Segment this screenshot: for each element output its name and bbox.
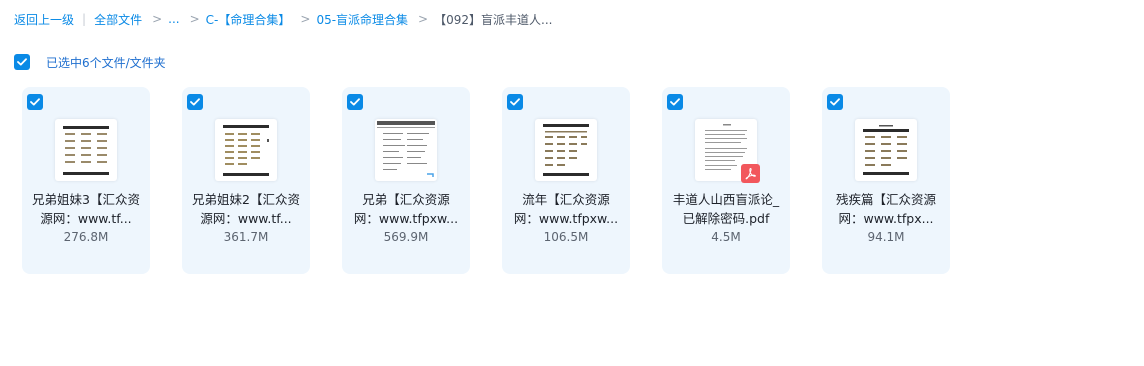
breadcrumb-current: 【092】盲派丰道人... <box>434 12 553 27</box>
breadcrumb-divider: | <box>82 12 87 26</box>
file-name[interactable]: 兄弟姐妹2【汇众资 源网：www.tf... <box>188 190 304 228</box>
pdf-thumbnail <box>695 119 760 183</box>
checkmark-icon <box>830 98 840 106</box>
file-card[interactable]: 兄弟姐妹2【汇众资 源网：www.tf... 361.7M <box>182 87 310 274</box>
file-name[interactable]: 流年【汇众资源 网：www.tfpxw... <box>508 190 624 228</box>
pdf-icon <box>741 164 760 183</box>
breadcrumb-ellipsis[interactable]: ... <box>168 12 179 26</box>
document-thumbnail-icon <box>55 119 117 181</box>
file-size: 106.5M <box>543 230 589 244</box>
select-all-row: 已选中6个文件/文件夹 <box>14 54 166 70</box>
breadcrumb-all-files[interactable]: 全部文件 <box>94 11 142 28</box>
checkmark-icon <box>350 98 360 106</box>
file-size: 94.1M <box>867 230 905 244</box>
file-checkbox[interactable] <box>27 94 43 110</box>
document-thumbnail-icon <box>215 119 277 181</box>
file-card[interactable]: 流年【汇众资源 网：www.tfpxw... 106.5M <box>502 87 630 274</box>
file-name[interactable]: 残疾篇【汇众资源 网：www.tfpx... <box>828 190 944 228</box>
file-card[interactable]: 兄弟【汇众资源 网：www.tfpxw... 569.9M <box>342 87 470 274</box>
chevron-right-icon: > <box>152 12 163 26</box>
checkmark-icon <box>190 98 200 106</box>
chevron-right-icon: > <box>189 12 200 26</box>
checkmark-icon <box>510 98 520 106</box>
breadcrumb-folder-1[interactable]: C-【命理合集】 <box>206 11 291 28</box>
file-checkbox[interactable] <box>347 94 363 110</box>
file-name[interactable]: 兄弟姐妹3【汇众资 源网：www.tf... <box>28 190 144 228</box>
file-card[interactable]: 丰道人山西盲派论_ 已解除密码.pdf 4.5M <box>662 87 790 274</box>
file-checkbox[interactable] <box>507 94 523 110</box>
select-all-checkbox[interactable] <box>14 54 30 70</box>
back-link[interactable]: 返回上一级 <box>14 11 74 28</box>
chevron-right-icon: > <box>418 12 429 26</box>
document-thumbnail-icon <box>535 119 597 181</box>
breadcrumb-folder-2[interactable]: 05-盲派命理合集 <box>316 11 408 28</box>
document-thumbnail-icon <box>855 119 917 181</box>
chevron-right-icon: > <box>300 12 311 26</box>
file-checkbox[interactable] <box>187 94 203 110</box>
file-size: 361.7M <box>223 230 269 244</box>
checkmark-icon <box>17 58 27 66</box>
file-size: 569.9M <box>383 230 429 244</box>
file-size: 4.5M <box>711 230 741 244</box>
checkmark-icon <box>670 98 680 106</box>
file-card[interactable]: 兄弟姐妹3【汇众资 源网：www.tf... 276.8M <box>22 87 150 274</box>
file-card[interactable]: 残疾篇【汇众资源 网：www.tfpx... 94.1M <box>822 87 950 274</box>
file-name[interactable]: 兄弟【汇众资源 网：www.tfpxw... <box>348 190 464 228</box>
breadcrumb: 返回上一级 | 全部文件 > ... > C-【命理合集】 > 05-盲派命理合… <box>14 10 552 28</box>
file-name[interactable]: 丰道人山西盲派论_ 已解除密码.pdf <box>668 190 784 228</box>
file-size: 276.8M <box>63 230 109 244</box>
file-checkbox[interactable] <box>827 94 843 110</box>
selection-count-text: 已选中6个文件/文件夹 <box>46 55 166 70</box>
file-checkbox[interactable] <box>667 94 683 110</box>
document-thumbnail-icon <box>375 119 437 181</box>
checkmark-icon <box>30 98 40 106</box>
